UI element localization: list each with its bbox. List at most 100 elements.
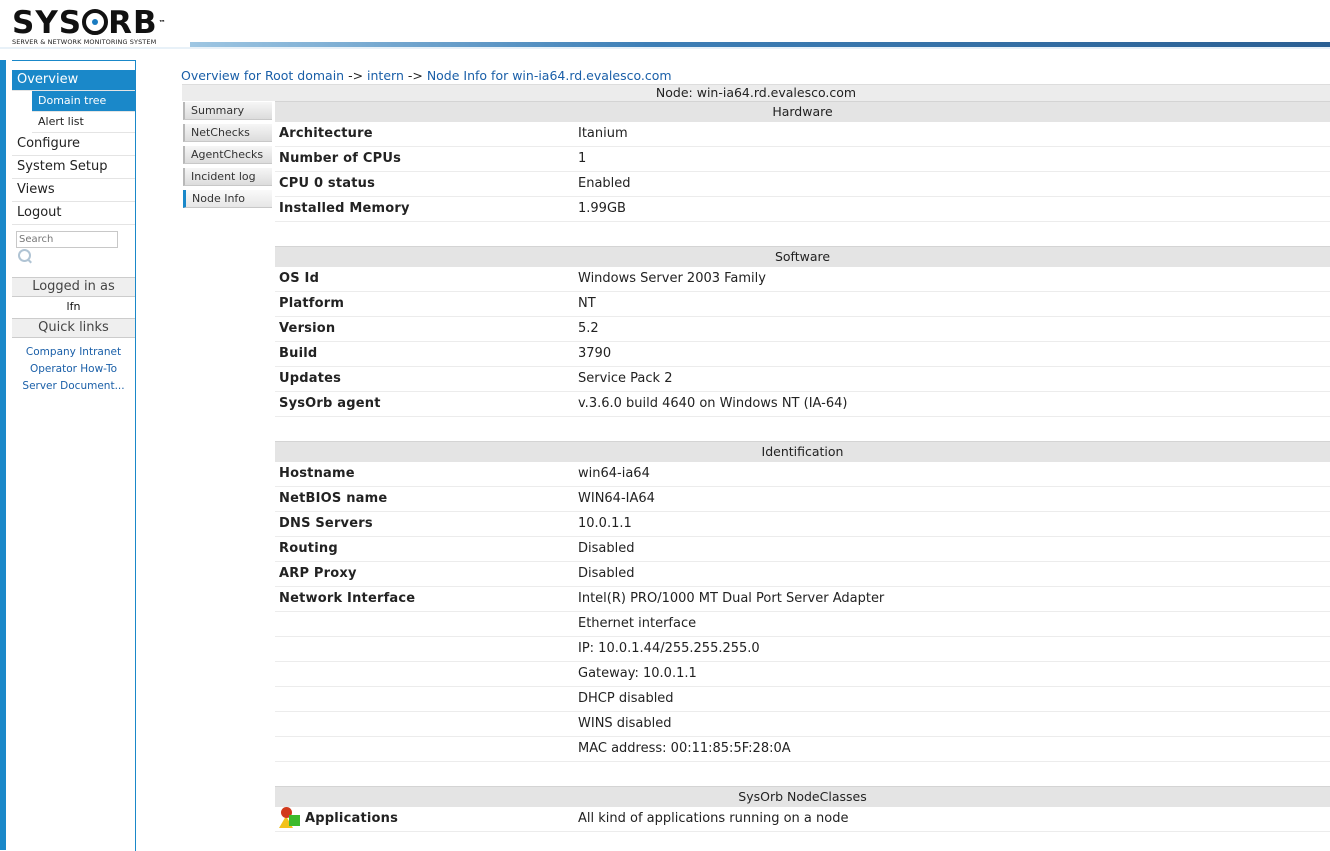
identification-row-label: Routing [279,541,338,556]
identification-row: MAC address: 00:11:85:5F:28:0A [275,737,1330,762]
hardware-row-label: CPU 0 status [279,176,376,191]
identification-row-value: win64-ia64 [578,466,650,481]
software-row-value: Windows Server 2003 Family [578,271,766,286]
identification-row-value: WINS disabled [578,716,672,731]
identification-row-label [275,687,578,711]
quick-link-operator-howto[interactable]: Operator How-To [12,361,135,378]
identification-row: DNS Servers 10.0.1.1 [275,512,1330,537]
hardware-row-value: Enabled [578,176,631,191]
nodeclasses-row-value: All kind of applications running on a no… [578,811,849,826]
identification-row-value: Intel(R) PRO/1000 MT Dual Port Server Ad… [578,591,885,606]
section-nodeclasses-title: SysOrb NodeClasses [275,786,1330,807]
identification-row-value: Ethernet interface [578,616,697,631]
software-row-label: Build [279,346,318,361]
hardware-row-value: 1.99GB [578,201,626,216]
logged-in-user: lfn [66,300,81,313]
identification-row-value: WIN64-IA64 [578,491,655,506]
software-row-value: 3790 [578,346,612,361]
identification-row-value: DHCP disabled [578,691,674,706]
nodeclasses-row-label[interactable]: Applications [275,807,578,831]
identification-row-label [275,612,578,636]
tab-incident-log[interactable]: Incident log [183,168,272,186]
software-row: Build 3790 [275,342,1330,367]
identification-row-label [275,737,578,761]
identification-row-label: Network Interface [279,591,416,606]
nav-alert-list[interactable]: Alert list [32,112,135,133]
software-row-value: 5.2 [578,321,599,336]
software-row-value: Service Pack 2 [578,371,673,386]
breadcrumb: Overview for Root domain -> intern -> No… [181,68,672,83]
identification-row-label: Hostname [279,466,355,481]
software-row: Updates Service Pack 2 [275,367,1330,392]
hardware-row-value: Itanium [578,126,628,141]
nav-views[interactable]: Views [12,179,135,202]
identification-row-label [275,662,578,686]
software-row-value: NT [578,296,596,311]
section-software-title: Software [275,246,1330,267]
identification-row-value: MAC address: 00:11:85:5F:28:0A [578,741,791,756]
identification-row-label: NetBIOS name [279,491,388,506]
identification-row: NetBIOS name WIN64-IA64 [275,487,1330,512]
identification-row-value: IP: 10.0.1.44/255.255.255.0 [578,641,760,656]
identification-row-label [275,637,578,661]
node-info-content: Node: win-ia64.rd.evalesco.com Hardware … [182,84,1330,832]
identification-row: ARP Proxy Disabled [275,562,1330,587]
software-row: OS Id Windows Server 2003 Family [275,267,1330,292]
node-tabs: Summary NetChecks AgentChecks Incident l… [183,102,272,212]
hardware-row-value: 1 [578,151,587,166]
identification-row: Hostname win64-ia64 [275,462,1330,487]
software-row-label: Updates [279,371,342,386]
hardware-row: Architecture Itanium [275,122,1330,147]
identification-row-label: DNS Servers [279,516,373,531]
hardware-row-label: Architecture [279,126,373,141]
hardware-row-label: Installed Memory [279,201,410,216]
logo-subtitle: SERVER & NETWORK MONITORING SYSTEM [12,38,157,46]
node-title: Node: win-ia64.rd.evalesco.com [182,84,1330,101]
section-identification-title: Identification [275,441,1330,462]
tab-agentchecks[interactable]: AgentChecks [183,146,272,164]
identification-row: DHCP disabled [275,687,1330,712]
identification-row-value: Gateway: 10.0.1.1 [578,666,697,681]
search-input[interactable] [16,231,118,248]
breadcrumb-root[interactable]: Overview for Root domain [181,68,344,83]
software-row: Version 5.2 [275,317,1330,342]
sidebar: Overview Domain tree Alert list Configur… [12,60,136,851]
search-icon[interactable] [18,249,31,262]
tab-node-info[interactable]: Node Info [183,190,272,208]
identification-row: WINS disabled [275,712,1330,737]
identification-row: Ethernet interface [275,612,1330,637]
nav-domain-tree[interactable]: Domain tree [32,91,135,112]
hardware-row: CPU 0 status Enabled [275,172,1330,197]
hardware-row: Installed Memory 1.99GB [275,197,1330,222]
software-row-value: v.3.6.0 build 4640 on Windows NT (IA-64) [578,396,848,411]
nav-configure[interactable]: Configure [12,133,135,156]
nav-overview[interactable]: Overview [12,70,135,91]
breadcrumb-intern[interactable]: intern [367,68,404,83]
section-hardware-title: Hardware [275,101,1330,122]
breadcrumb-node-info[interactable]: Node Info for win-ia64.rd.evalesco.com [427,68,672,83]
search-box [12,225,135,277]
hardware-row-label: Number of CPUs [279,151,402,166]
quick-links-heading: Quick links [12,318,135,338]
nav-logout[interactable]: Logout [12,202,135,225]
applications-icon [279,807,301,828]
identification-row-value: 10.0.1.1 [578,516,632,531]
tab-summary[interactable]: Summary [183,102,272,120]
nav-system-setup[interactable]: System Setup [12,156,135,179]
software-row-label: SysOrb agent [279,396,381,411]
sysorb-logo: SYS RB™ SERVER & NETWORK MONITORING SYSTE… [12,5,167,47]
software-row: SysOrb agent v.3.6.0 build 4640 on Window… [275,392,1330,417]
quick-link-server-document[interactable]: Server Document... [12,378,135,395]
quick-link-company-intranet[interactable]: Company Intranet [12,344,135,361]
hardware-row: Number of CPUs 1 [275,147,1330,172]
identification-row: Network Interface Intel(R) PRO/1000 MT Du… [275,587,1330,612]
logo-o-mark [82,9,109,35]
identification-row: IP: 10.0.1.44/255.255.255.0 [275,637,1330,662]
tab-netchecks[interactable]: NetChecks [183,124,272,142]
software-row-label: Platform [279,296,345,311]
identification-row-value: Disabled [578,566,635,581]
software-row: Platform NT [275,292,1330,317]
identification-row: Routing Disabled [275,537,1330,562]
software-row-label: Version [279,321,336,336]
software-row-label: OS Id [279,271,320,286]
